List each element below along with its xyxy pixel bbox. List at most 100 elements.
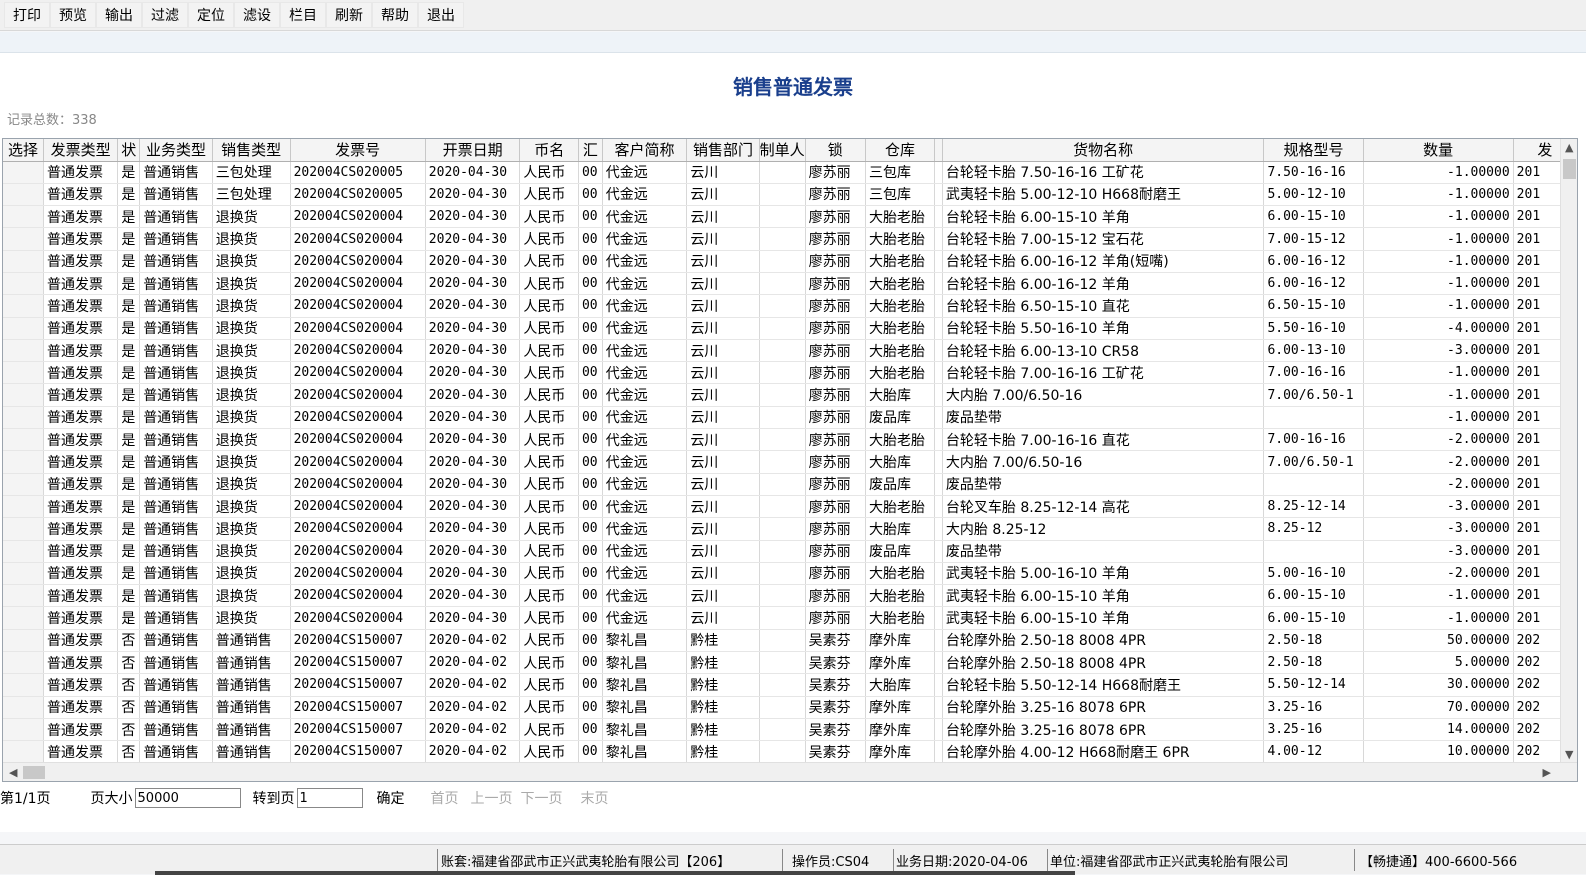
scroll-right-icon[interactable]: ▶ (1543, 766, 1551, 779)
table-row[interactable]: 普通发票否普通销售 普通销售 202004CS150007 2020-04-02 人民币… (3, 718, 1577, 742)
table-cell[interactable] (3, 584, 45, 608)
table-cell[interactable] (3, 339, 45, 363)
scroll-up-icon[interactable]: ▲ (1565, 141, 1573, 154)
table-cell[interactable] (3, 428, 45, 452)
goto-page-input[interactable] (296, 788, 363, 808)
table-row[interactable]: 普通发票是普通销售 退换货 202004CS020004 2020-04-30 人民币 0… (3, 339, 1577, 363)
column-header[interactable]: 数量 (1363, 139, 1514, 162)
table-row[interactable]: 普通发票是普通销售 退换货 202004CS020004 2020-04-30 人民币 0… (3, 383, 1577, 407)
table-cell[interactable] (3, 517, 45, 541)
table-row[interactable]: 普通发票是普通销售 退换货 202004CS020004 2020-04-30 人民币 0… (3, 540, 1577, 563)
hscroll-thumb[interactable] (23, 766, 45, 779)
filter-settings-button[interactable]: 滤设 (234, 2, 280, 28)
horizontal-scrollbar[interactable]: ◀ ▶ (3, 762, 1577, 781)
table-cell[interactable] (3, 540, 45, 563)
columns-button[interactable]: 栏目 (280, 2, 326, 28)
table-row[interactable]: 普通发票是普通销售 退换货 202004CS020004 2020-04-30 人民币 0… (3, 606, 1577, 630)
table-cell[interactable] (3, 294, 45, 318)
table-cell[interactable] (3, 183, 45, 207)
table-row[interactable]: 普通发票是普通销售 退换货 202004CS020004 2020-04-30 人民币 0… (3, 361, 1577, 385)
table-row[interactable]: 普通发票是普通销售 退换货 202004CS020004 2020-04-30 人民币 0… (3, 250, 1577, 273)
table-cell[interactable] (3, 227, 45, 251)
column-header[interactable] (934, 139, 943, 162)
column-header[interactable]: 币名 (519, 139, 579, 162)
column-header[interactable]: 规格型号 (1263, 139, 1364, 162)
last-page-link[interactable]: 末页 (581, 788, 609, 808)
table-cell[interactable] (3, 473, 45, 496)
table-cell[interactable] (3, 673, 45, 697)
table-cell[interactable] (3, 495, 45, 519)
table-row[interactable]: 普通发票是普通销售 退换货 202004CS020004 2020-04-30 人民币 0… (3, 294, 1577, 318)
table-row[interactable]: 普通发票否普通销售 普通销售 202004CS150007 2020-04-02 人民币… (3, 673, 1577, 697)
table-row[interactable]: 普通发票是普通销售 退换货 202004CS020004 2020-04-30 人民币 0… (3, 406, 1577, 430)
page-size-input[interactable] (134, 788, 241, 808)
refresh-button[interactable]: 刷新 (326, 2, 372, 28)
table-cell[interactable] (3, 361, 45, 385)
table-row[interactable]: 普通发票是普通销售 退换货 202004CS020004 2020-04-30 人民币 0… (3, 473, 1577, 496)
table-row[interactable]: 普通发票是普通销售 退换货 202004CS020004 2020-04-30 人民币 0… (3, 227, 1577, 251)
table-cell[interactable] (3, 740, 45, 764)
table-row[interactable]: 普通发票否普通销售 普通销售 202004CS150007 2020-04-02 人民币… (3, 740, 1577, 764)
export-button[interactable]: 输出 (96, 2, 142, 28)
table-row[interactable]: 普通发票是普通销售 退换货 202004CS020004 2020-04-30 人民币 0… (3, 428, 1577, 452)
table-cell[interactable] (3, 161, 45, 184)
table-cell[interactable] (3, 606, 45, 630)
table-row[interactable]: 普通发票否普通销售 普通销售 202004CS150007 2020-04-02 人民币… (3, 629, 1577, 653)
table-cell[interactable] (3, 696, 45, 719)
column-header[interactable]: 销售类型 (212, 139, 291, 162)
table-cell[interactable] (3, 383, 45, 407)
table-cell[interactable] (3, 272, 45, 296)
confirm-button[interactable]: 确定 (377, 788, 405, 808)
table-cell[interactable] (3, 317, 45, 340)
column-header[interactable]: 选择 (3, 139, 45, 162)
column-header[interactable]: 业务类型 (139, 139, 213, 162)
column-header[interactable]: 锁 (805, 139, 866, 162)
preview-button[interactable]: 预览 (50, 2, 96, 28)
column-header[interactable]: 发票号 (290, 139, 426, 162)
column-header[interactable]: 开票日期 (425, 139, 521, 162)
table-row[interactable]: 普通发票是普通销售 退换货 202004CS020004 2020-04-30 人民币 0… (3, 517, 1577, 541)
table-cell[interactable] (3, 629, 45, 653)
table-row[interactable]: 普通发票是普通销售 退换货 202004CS020004 2020-04-30 人民币 0… (3, 495, 1577, 519)
table-row[interactable]: 普通发票是普通销售 退换货 202004CS020004 2020-04-30 人民币 0… (3, 272, 1577, 296)
table-row[interactable]: 普通发票是普通销售 退换货 202004CS020004 2020-04-30 人民币 0… (3, 205, 1577, 229)
first-page-link[interactable]: 首页 (431, 788, 459, 808)
scroll-thumb[interactable] (1563, 159, 1576, 179)
next-page-link[interactable]: 下一页 (521, 788, 563, 808)
column-header[interactable]: 制单人 (759, 139, 806, 162)
exit-button[interactable]: 退出 (418, 2, 464, 28)
table-cell[interactable] (3, 450, 45, 474)
table-row[interactable]: 普通发票是普通销售 三包处理 202004CS020005 2020-04-30 人民币… (3, 161, 1577, 184)
table-cell[interactable] (3, 651, 45, 675)
column-header[interactable]: 仓库 (865, 139, 936, 162)
scroll-down-icon[interactable]: ▼ (1565, 748, 1573, 761)
table-row[interactable]: 普通发票否普通销售 普通销售 202004CS150007 2020-04-02 人民币… (3, 651, 1577, 675)
table-cell: 00 (578, 161, 603, 184)
table-row[interactable]: 普通发票否普通销售 普通销售 202004CS150007 2020-04-02 人民币… (3, 696, 1577, 719)
table-cell[interactable] (3, 562, 45, 586)
column-header[interactable]: 发票类型 (43, 139, 119, 162)
table-cell[interactable] (3, 250, 45, 273)
table-cell (934, 317, 943, 340)
table-row[interactable]: 普通发票是普通销售 退换货 202004CS020004 2020-04-30 人民币 0… (3, 584, 1577, 608)
filter-button[interactable]: 过滤 (142, 2, 188, 28)
table-cell[interactable] (3, 718, 45, 742)
table-cell: 普通销售 (139, 383, 213, 407)
scroll-left-icon[interactable]: ◀ (9, 766, 17, 779)
column-header[interactable]: 汇 (578, 139, 603, 162)
column-header[interactable]: 货物名称 (942, 139, 1265, 162)
help-button[interactable]: 帮助 (372, 2, 418, 28)
vertical-scrollbar[interactable]: ▲ ▼ (1560, 139, 1577, 763)
print-button[interactable]: 打印 (4, 2, 50, 28)
prev-page-link[interactable]: 上一页 (471, 788, 513, 808)
column-header[interactable]: 销售部门 (686, 139, 760, 162)
column-header[interactable]: 状 (117, 139, 141, 162)
table-cell[interactable] (3, 205, 45, 229)
table-row[interactable]: 普通发票是普通销售 退换货 202004CS020004 2020-04-30 人民币 0… (3, 317, 1577, 340)
table-row[interactable]: 普通发票是普通销售 退换货 202004CS020004 2020-04-30 人民币 0… (3, 562, 1577, 586)
table-row[interactable]: 普通发票是普通销售 三包处理 202004CS020005 2020-04-30 人民币… (3, 183, 1577, 207)
table-cell[interactable] (3, 406, 45, 430)
column-header[interactable]: 客户简称 (602, 139, 688, 162)
table-row[interactable]: 普通发票是普通销售 退换货 202004CS020004 2020-04-30 人民币 0… (3, 450, 1577, 474)
locate-button[interactable]: 定位 (188, 2, 234, 28)
